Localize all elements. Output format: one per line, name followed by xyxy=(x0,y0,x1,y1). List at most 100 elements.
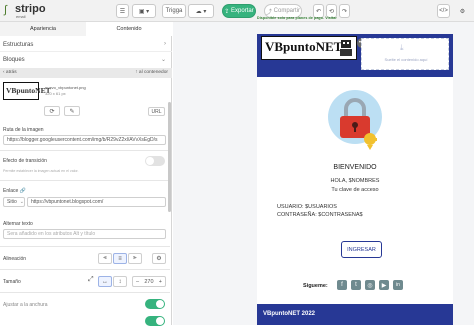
sliders-icon: ⚙ xyxy=(156,256,162,262)
align-right-button[interactable]: ⫸ xyxy=(128,253,142,264)
section-blocks[interactable]: Bloques ⌄ xyxy=(0,53,172,67)
twitter-icon[interactable]: t xyxy=(351,280,361,290)
history-icon: ⟲ xyxy=(328,8,335,15)
tab-appearance[interactable]: Apariencia xyxy=(0,22,86,36)
link-label: Enlace xyxy=(3,188,19,194)
trigger-button[interactable]: Trigga xyxy=(162,4,186,18)
export-button[interactable]: ⇪ Exportar xyxy=(222,4,256,18)
youtube-icon[interactable]: ▶ xyxy=(379,280,389,290)
code-button[interactable]: </> xyxy=(437,4,450,18)
email-footer: VBpuntoNET 2022 xyxy=(257,304,453,325)
to-container-label: al contenedor xyxy=(138,70,168,75)
divider xyxy=(0,150,170,151)
top-toolbar: ∫ stripo email ☰ ▣ ▾ Trigga ☁ ▾ ⇪ Export… xyxy=(0,0,474,22)
pencil-icon: ✎ xyxy=(69,108,75,115)
undo-icon: ↶ xyxy=(315,8,322,15)
align-center-button[interactable]: ≡ xyxy=(113,253,127,264)
back-link[interactable]: ‹ atrás xyxy=(3,70,17,75)
size-stepper[interactable]: – 270 + xyxy=(132,276,166,287)
trigger-label: Trigga xyxy=(165,8,183,14)
email-template: VBpuntoNET ••• ⤓ Suelte el contenido aqu… xyxy=(257,34,453,325)
linkedin-icon[interactable]: in xyxy=(393,280,403,290)
divider xyxy=(0,269,170,270)
thumbnail-brand: VBpuntoNET xyxy=(6,86,51,95)
link-type-value: Sitio xyxy=(7,199,17,205)
minus-icon[interactable]: – xyxy=(136,279,139,285)
fit-width-label: Ajustar a la anchura xyxy=(3,302,48,308)
chevron-down-icon: ⌄ xyxy=(19,199,24,205)
email-header: VBpuntoNET ••• ⤓ Suelte el contenido aqu… xyxy=(257,34,453,77)
greeting-text: HOLA, $NOMBRES xyxy=(330,178,380,184)
blocks-label: Bloques xyxy=(3,57,25,63)
email-canvas: VBpuntoNET ••• ⤓ Suelte el contenido aqu… xyxy=(173,22,474,325)
gear-icon: ⚙ xyxy=(459,8,466,15)
alt-text-label: Alternar texto xyxy=(3,221,33,227)
export-label: Exportar xyxy=(231,8,254,14)
alt-text-placeholder: Sera añadido en los atributos Alt y títu… xyxy=(7,231,96,237)
welcome-heading: BIENVENIDO xyxy=(333,164,377,171)
export-icon: ⇪ xyxy=(224,8,231,15)
download-icon: ⤓ xyxy=(400,43,404,52)
height-arrows-icon: ↕ xyxy=(118,278,122,285)
drop-zone-text: Suelte el contenido aquí xyxy=(384,57,428,62)
align-left-icon: ⫷ xyxy=(103,255,107,261)
image-path-label: Ruta de la imagen xyxy=(3,127,44,133)
link-icon: 🔗 xyxy=(19,188,26,194)
header-brand-text: VBpuntoNET xyxy=(265,39,343,54)
section-structures[interactable]: Estructuras › xyxy=(0,38,172,52)
cloud-button[interactable]: ☁ ▾ xyxy=(188,4,214,18)
transition-hint: Permite establecer la imagen actual en e… xyxy=(3,169,79,173)
align-left-button[interactable]: ⫷ xyxy=(98,253,112,264)
chevron-down-icon: ⌄ xyxy=(160,57,166,63)
instagram-icon[interactable]: ◎ xyxy=(365,280,375,290)
refresh-icon: ⟳ xyxy=(49,108,55,115)
layout-toggle-button[interactable]: ▣ ▾ xyxy=(132,4,156,18)
aspect-lock-icon[interactable]: ⤢ xyxy=(88,276,94,284)
menu-button[interactable]: ☰ xyxy=(116,4,129,18)
logo-subtext: email xyxy=(16,14,26,19)
cloud-icon: ☁ ▾ xyxy=(195,8,207,15)
login-button[interactable]: INGRESAR xyxy=(341,241,382,258)
replace-image-button[interactable]: ⟳ xyxy=(44,106,60,116)
header-logo[interactable]: VBpuntoNET xyxy=(261,36,357,60)
image-filename: nuevo_vbpuntonet.png xyxy=(45,85,86,90)
share-icon: ⤴ xyxy=(265,9,274,16)
login-button-label: INGRESAR xyxy=(347,246,376,253)
drop-zone[interactable]: ⤓ Suelte el contenido aquí xyxy=(361,38,449,70)
link-url-input[interactable]: https://vbpuntonet.blogspot.com/ xyxy=(27,197,166,207)
width-mode-button[interactable]: ↔ xyxy=(98,276,112,287)
panel-scrollbar[interactable] xyxy=(168,102,171,212)
alignment-label: Alineación xyxy=(3,256,27,262)
width-arrows-icon: ↔ xyxy=(102,278,108,285)
link-type-select[interactable]: Sitio ⌄ xyxy=(3,197,25,207)
redo-icon: ↷ xyxy=(341,8,348,15)
transition-toggle[interactable] xyxy=(145,156,165,166)
plus-icon[interactable]: + xyxy=(159,279,162,285)
panel-layout-icon: ▣ ▾ xyxy=(138,8,150,15)
alt-text-input[interactable]: Sera añadido en los atributos Alt y títu… xyxy=(3,229,166,239)
redo-button[interactable]: ↷ xyxy=(339,4,350,18)
alignment-settings-button[interactable]: ⚙ xyxy=(152,253,166,264)
image-size: 320 x 61 px xyxy=(45,91,66,96)
image-path-value: https://blogger.googleusercontent.com/im… xyxy=(7,137,158,143)
user-line: USUARIO: $USUARIOS xyxy=(277,204,337,210)
align-center-icon: ≡ xyxy=(118,255,122,262)
url-button[interactable]: URL xyxy=(148,107,165,116)
settings-button[interactable]: ⚙ xyxy=(456,4,469,18)
panel-tabs: Apariencia Contenido xyxy=(0,22,172,36)
divider xyxy=(0,246,170,247)
padlock-icon xyxy=(328,90,382,150)
edit-image-button[interactable]: ✎ xyxy=(64,106,80,116)
hamburger-icon: ☰ xyxy=(119,8,126,15)
image-path-input[interactable]: https://blogger.googleusercontent.com/im… xyxy=(3,135,166,145)
stripo-logo[interactable]: ∫ stripo email xyxy=(4,2,46,20)
fit-width-toggle[interactable] xyxy=(145,299,165,309)
password-line: CONTRASEÑA: $CONTRASENA$ xyxy=(277,212,363,218)
tab-content[interactable]: Contenido xyxy=(86,22,172,36)
facebook-icon[interactable]: f xyxy=(337,280,347,290)
footer-text: VBpuntoNET 2022 xyxy=(263,311,316,317)
to-container-link[interactable]: ↑ al contenedor xyxy=(135,70,168,75)
height-mode-button[interactable]: ↕ xyxy=(113,276,127,287)
chevron-right-icon: › xyxy=(164,41,166,47)
link-label-row: Enlace 🔗 xyxy=(3,188,26,194)
